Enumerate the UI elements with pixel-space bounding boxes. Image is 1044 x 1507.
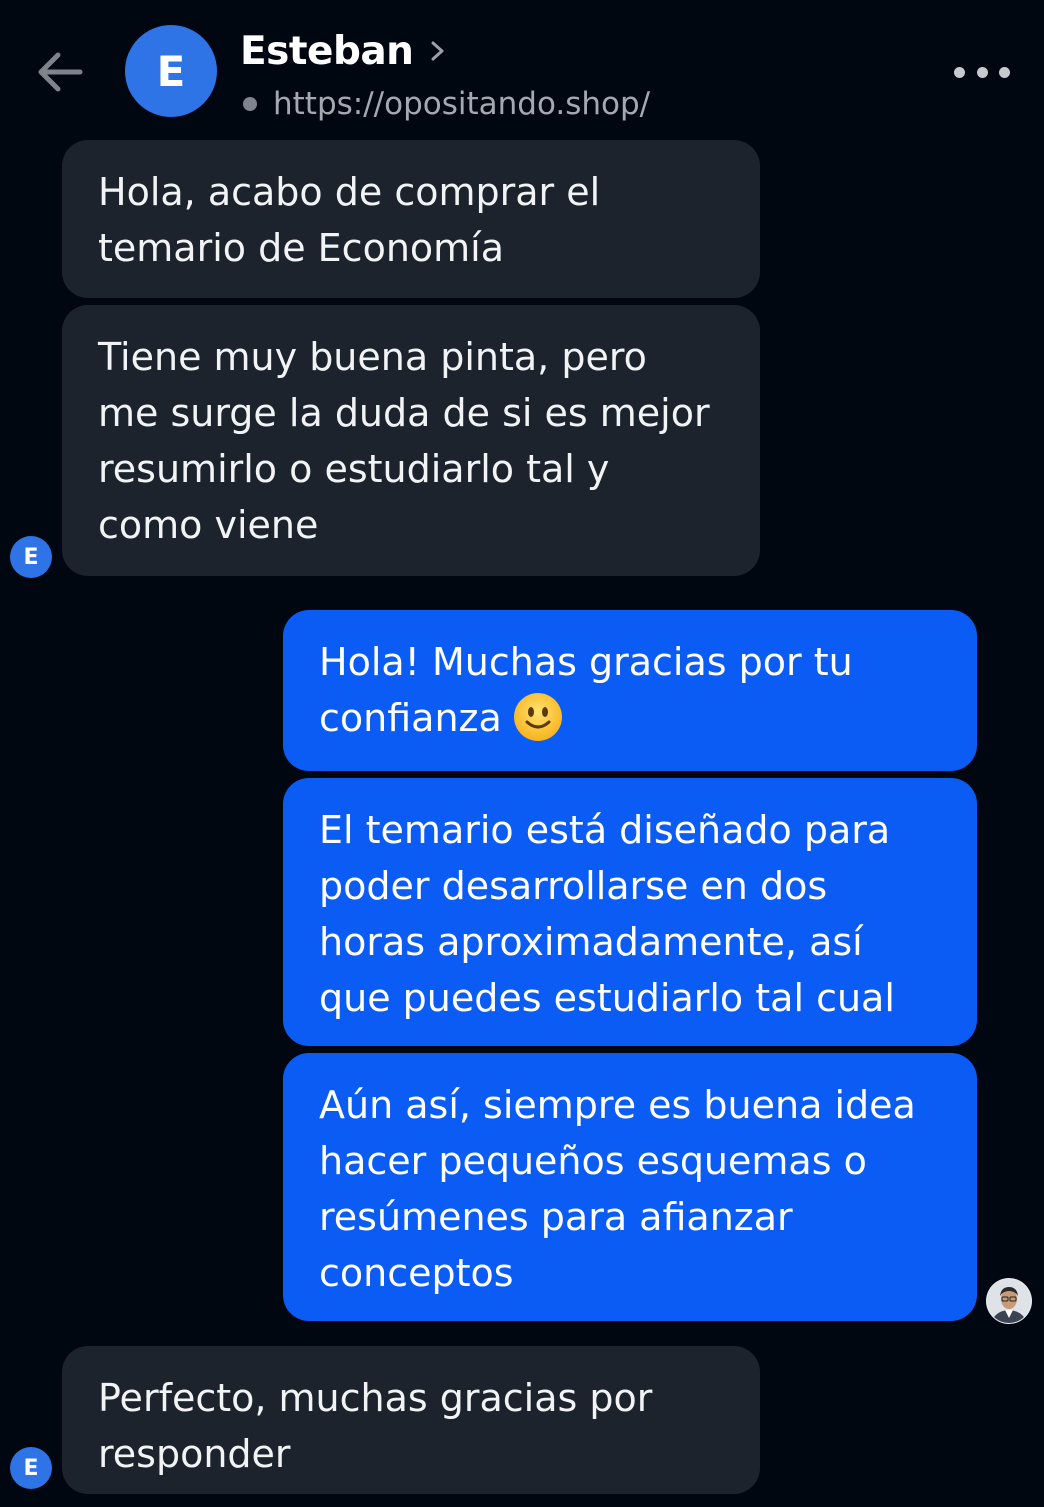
message-bubble-incoming[interactable]: Perfecto, muchas gracias por responder <box>62 1346 760 1494</box>
status-dot <box>243 97 257 111</box>
message-bubble-outgoing[interactable]: Aún así, siempre es buena idea hacer peq… <box>283 1053 977 1321</box>
message-bubble-outgoing[interactable]: El temario está diseñado para poder desa… <box>283 778 977 1046</box>
contact-name[interactable]: Esteban <box>240 29 414 74</box>
site-url[interactable]: https://opositando.shop/ <box>273 86 650 122</box>
chat-screen: E Esteban https://opositando.shop/ Hola,… <box>0 0 1044 1507</box>
more-options-button[interactable] <box>954 58 1010 86</box>
chevron-right-icon <box>431 41 444 61</box>
more-horizontal-icon <box>999 66 1010 78</box>
message-text: Hola! Muchas gracias por tu confianza <box>319 640 853 740</box>
slightly-smiling-face-emoji <box>513 692 562 741</box>
message-bubble-outgoing[interactable]: Hola! Muchas gracias por tu confianza <box>283 610 977 771</box>
contact-title[interactable]: Esteban <box>240 26 449 76</box>
agent-avatar-photo <box>986 1278 1032 1324</box>
contact-avatar[interactable]: E <box>125 25 217 117</box>
back-button[interactable] <box>34 46 86 98</box>
contact-url-row: https://opositando.shop/ <box>240 84 650 124</box>
contact-mini-avatar: E <box>10 536 52 578</box>
message-bubble-incoming[interactable]: Hola, acabo de comprar el temario de Eco… <box>62 140 760 298</box>
more-horizontal-icon <box>954 66 965 78</box>
arrow-left-icon <box>38 52 83 92</box>
contact-mini-avatar: E <box>10 1447 52 1489</box>
more-horizontal-icon <box>976 66 988 78</box>
message-bubble-incoming[interactable]: Tiene muy buena pinta, pero me surge la … <box>62 305 760 576</box>
